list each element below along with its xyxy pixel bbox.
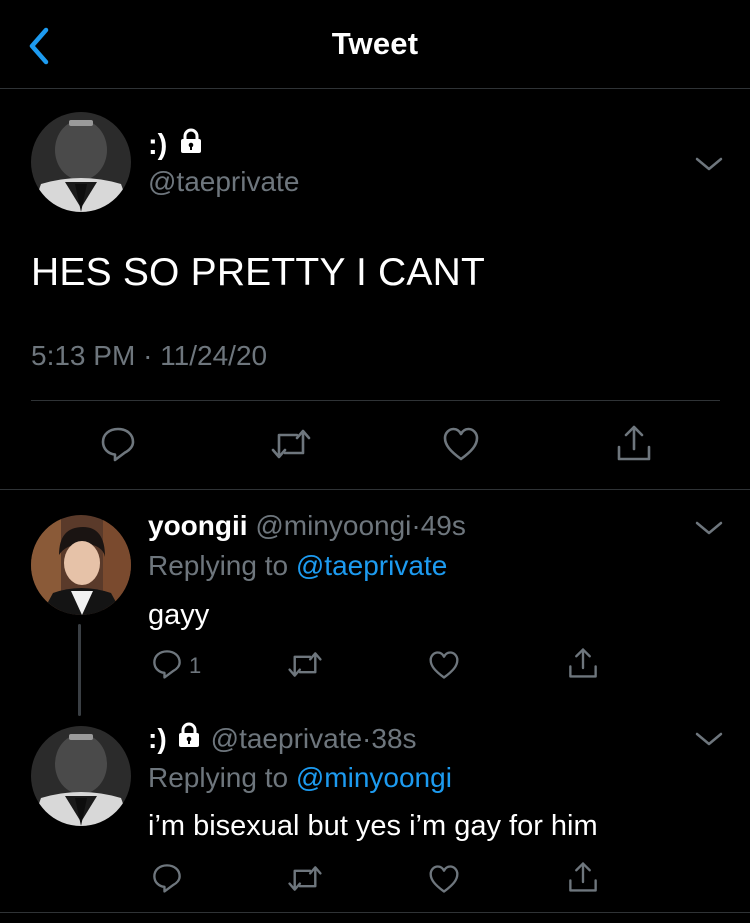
meta-separator: · <box>362 722 372 754</box>
reply-icon[interactable] <box>151 862 183 894</box>
page-title: Tweet <box>331 26 419 61</box>
display-name[interactable]: :) <box>148 129 167 162</box>
tweet-text: i’m bisexual but yes i’m gay for him <box>148 810 598 842</box>
tweet-date: 11/24/20 <box>160 340 268 371</box>
thread-connector <box>78 624 81 716</box>
reply-header: yoongii @minyoongi·49s <box>148 510 466 542</box>
tweet-detail-screen: Tweet :) @taeprivate HES SO PRETTY I CAN… <box>0 0 750 923</box>
reply-icon[interactable] <box>99 425 137 463</box>
avatar[interactable] <box>31 726 131 826</box>
tweet-text: HES SO PRETTY I CANT <box>31 251 486 294</box>
divider <box>31 400 720 401</box>
chevron-down-icon[interactable] <box>694 518 724 538</box>
tweet-timestamp[interactable]: 5:13 PM · 11/24/20 <box>31 340 267 372</box>
retweet-icon[interactable] <box>270 426 312 462</box>
divider <box>0 912 750 913</box>
author-handle[interactable]: @taeprivate <box>211 723 362 754</box>
avatar[interactable] <box>31 112 131 212</box>
replying-prefix: Replying to <box>148 550 289 581</box>
chevron-down-icon[interactable] <box>694 154 724 174</box>
display-name[interactable]: yoongii <box>148 510 248 541</box>
reply-age[interactable]: 49s <box>421 510 466 541</box>
meta-separator: · <box>411 510 421 541</box>
replying-to-link[interactable]: @minyoongi <box>296 762 452 793</box>
author-handle[interactable]: @taeprivate <box>148 166 299 198</box>
reply-count: 1 <box>189 653 202 678</box>
tweet-text: gayy <box>148 599 210 631</box>
lock-icon <box>179 128 203 162</box>
replying-prefix: Replying to <box>148 762 289 793</box>
replying-to-link[interactable]: @taeprivate <box>296 550 447 581</box>
like-icon[interactable] <box>428 650 460 680</box>
reply-icon[interactable] <box>151 648 183 680</box>
author-name-row: :) <box>148 128 203 162</box>
display-name[interactable]: :) <box>148 723 167 755</box>
reply-header: :) @taeprivate·38s <box>148 722 417 755</box>
share-icon[interactable] <box>567 860 599 894</box>
share-icon[interactable] <box>567 646 599 680</box>
meta-separator: · <box>143 340 153 371</box>
replying-to: Replying to @taeprivate <box>148 550 447 582</box>
like-icon[interactable] <box>442 426 480 462</box>
lock-icon <box>177 722 201 755</box>
reply-age[interactable]: 38s <box>371 723 416 754</box>
tweet-time: 5:13 PM <box>31 340 136 371</box>
replying-to: Replying to @minyoongi <box>148 762 452 794</box>
retweet-icon[interactable] <box>287 649 323 680</box>
retweet-icon[interactable] <box>287 863 323 894</box>
avatar[interactable] <box>31 515 131 615</box>
nav-header: Tweet <box>0 0 750 89</box>
divider <box>0 489 750 490</box>
share-icon[interactable] <box>615 423 653 463</box>
chevron-down-icon[interactable] <box>694 729 724 749</box>
author-handle[interactable]: @minyoongi <box>255 510 411 541</box>
like-icon[interactable] <box>428 864 460 894</box>
